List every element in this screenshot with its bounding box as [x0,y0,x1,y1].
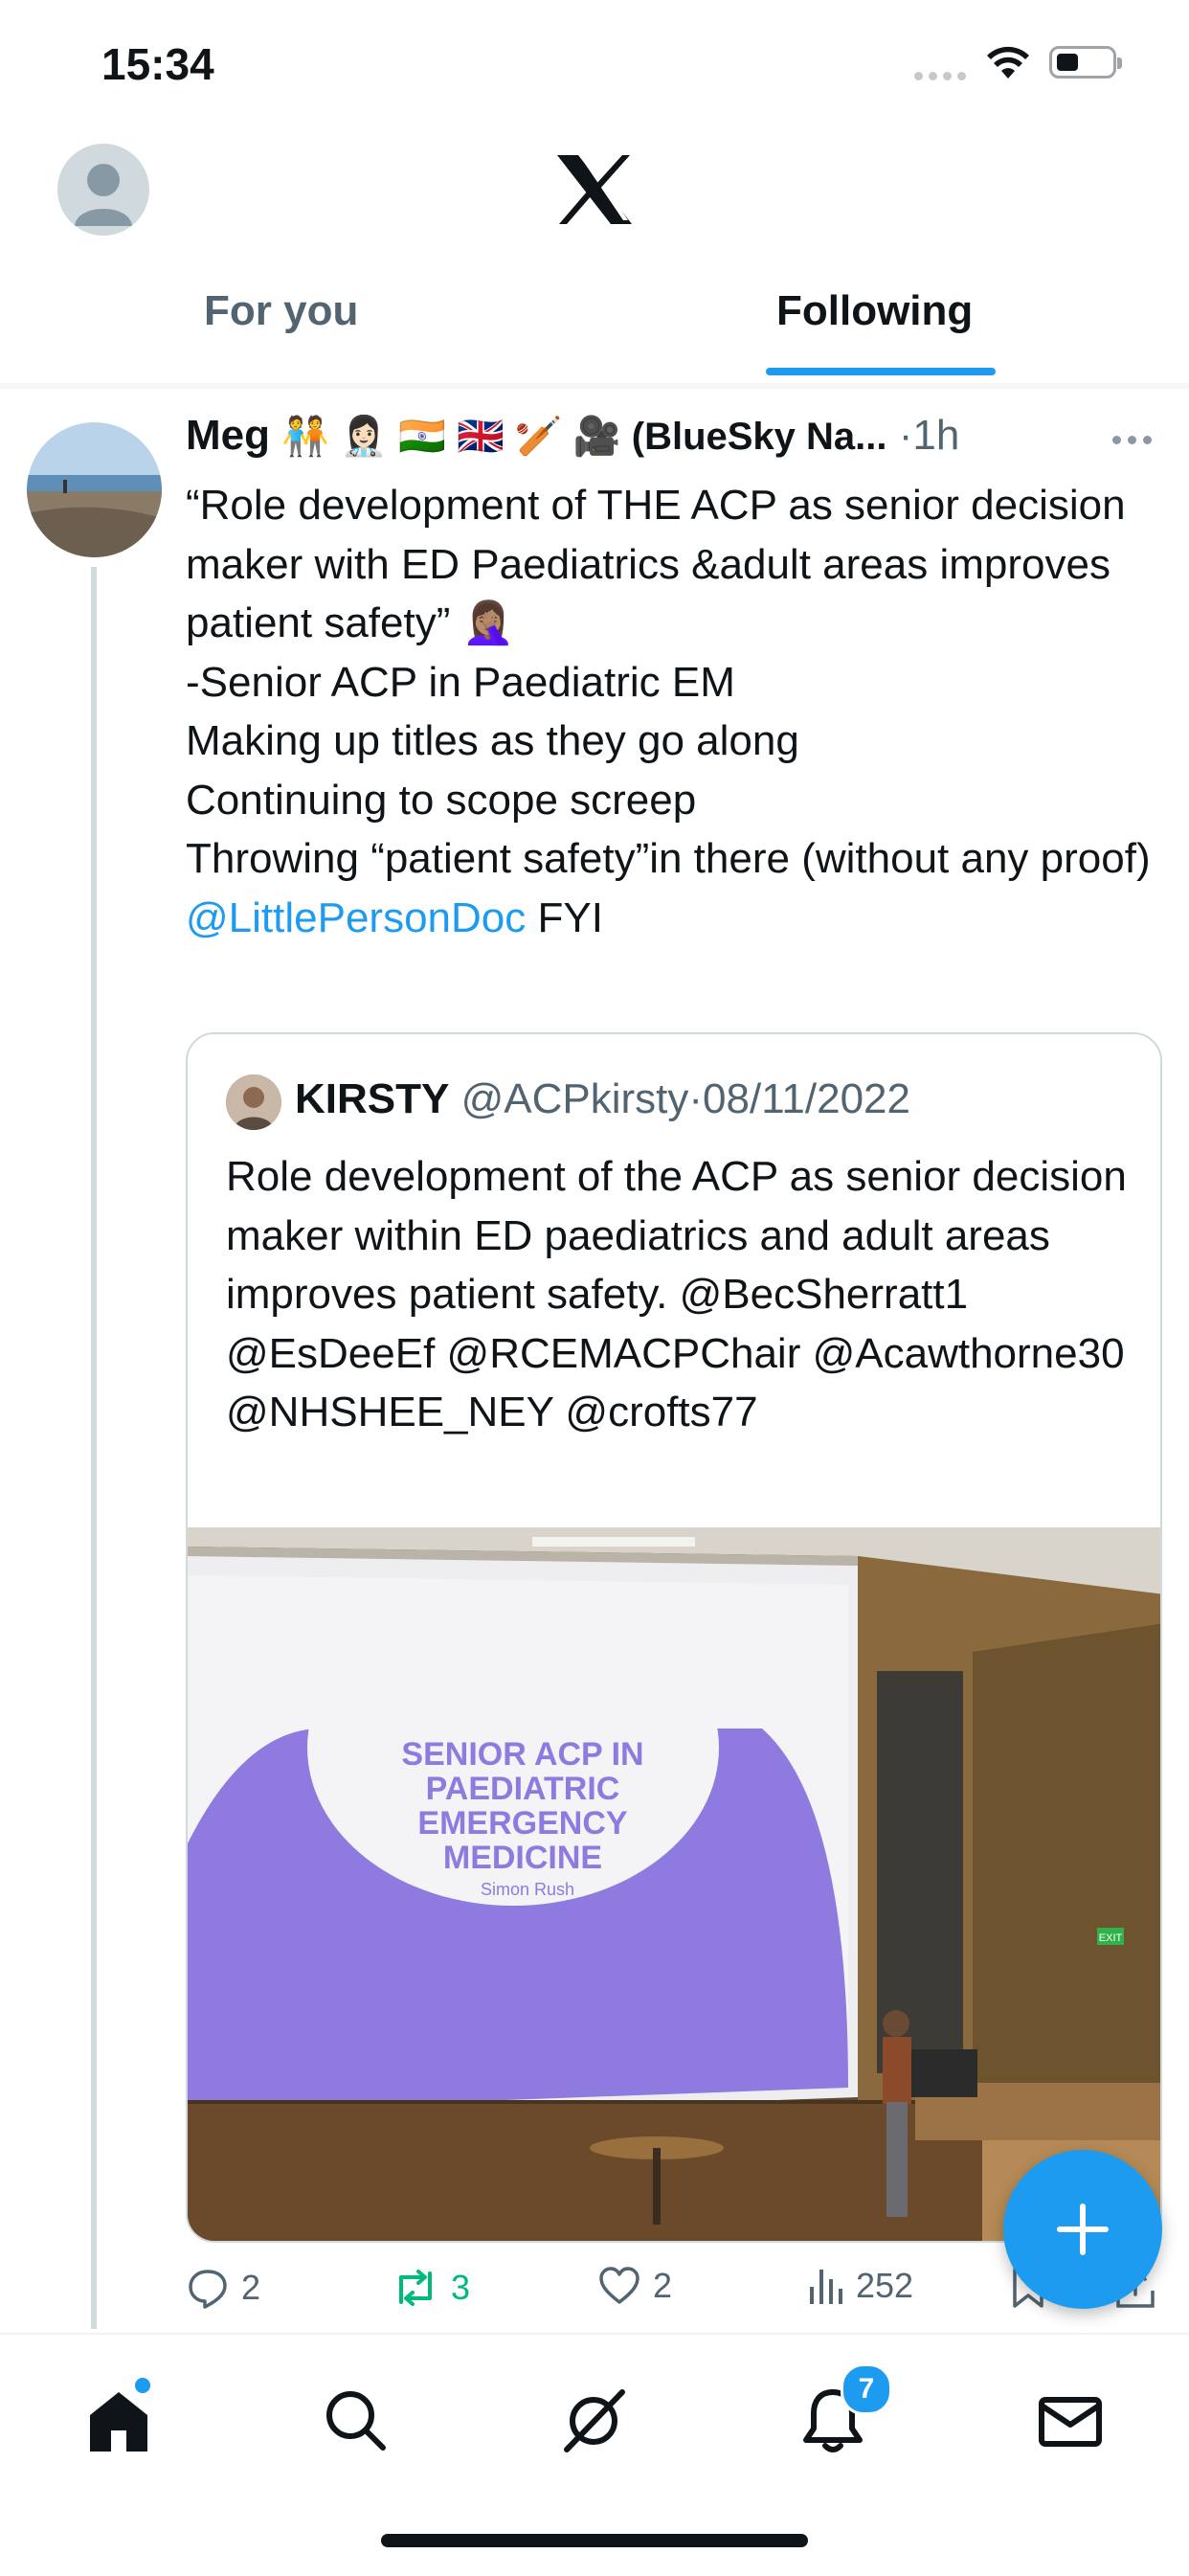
retweet-button[interactable]: 3 [392,2266,470,2310]
tweet-line: Continuing to scope screep [186,776,697,824]
nav-messages[interactable] [1032,2383,1109,2459]
default-avatar-icon [75,164,132,226]
quoted-author-name[interactable]: KIRSTY [295,1075,449,1122]
quoted-tweet-header: KIRSTY @ACPkirsty·08/11/2022 [295,1075,910,1123]
tab-for-you[interactable]: For you [204,287,358,335]
x-logo-icon[interactable] [555,153,634,226]
divider [0,383,1189,389]
tweet-line: Throwing “patient safety”in there (witho… [186,835,1151,882]
home-unread-dot [132,2375,153,2396]
status-time: 15:34 [101,39,214,89]
quoted-tweet-photo[interactable]: EXIT SENIOR ACP IN PAEDIATRIC EMERGENCY … [188,1527,1162,2243]
quoted-tweet-text: Role development of the ACP as senior de… [226,1153,1139,1435]
notifications-badge: 7 [841,2363,892,2415]
tweet-timestamp[interactable]: 1h [912,412,959,459]
retweet-icon [399,2270,432,2306]
mention-link[interactable]: @LittlePersonDoc [186,894,526,941]
nav-search[interactable] [318,2383,394,2459]
quoted-date: 08/11/2022 [703,1075,910,1122]
reply-button[interactable]: 2 [186,2266,260,2310]
tweet-author-avatar[interactable] [27,422,162,557]
tweet-actions: 2 3 2 252 [186,2266,1162,2323]
home-indicator [381,2534,808,2547]
nav-grok[interactable] [555,2383,632,2459]
profile-avatar[interactable] [57,144,149,236]
quoted-avatar-image [226,1074,281,1130]
tweet-dot: · [898,412,913,459]
tweet-line: -Senior ACP in Paediatric EM [186,658,735,706]
tweet-line: Making up titles as they go along [186,717,799,764]
slide-title-line: EMERGENCY [417,1805,627,1842]
wifi-icon [987,46,1029,79]
quoted-author-handle[interactable]: @ACPkirsty [461,1075,689,1122]
active-tab-indicator [766,368,996,375]
plus-icon [1057,2203,1109,2255]
slide-title-line: SENIOR ACP IN [401,1736,643,1773]
views-button[interactable]: 252 [806,2266,913,2306]
tweet-header: Meg 🧑‍🤝‍🧑 👩🏻‍⚕️ 🇮🇳 🇬🇧 🏏 🎥 (BlueSky Na...… [186,412,1143,469]
quoted-dot: · [688,1075,704,1122]
quoted-author-avatar[interactable] [226,1074,281,1130]
battery-icon [1049,46,1122,79]
nav-notifications[interactable]: 7 [795,2363,892,2459]
tweet-mention-suffix: FYI [526,893,603,941]
like-count: 2 [653,2266,673,2305]
compose-button[interactable] [1003,2150,1162,2309]
quoted-tweet-card[interactable]: KIRSTY @ACPkirsty·08/11/2022 Role develo… [186,1032,1162,2243]
slide-subtitle: Simon Rush [481,1880,574,1899]
reply-count: 2 [241,2268,261,2307]
like-button[interactable]: 2 [597,2266,672,2306]
search-icon [326,2391,386,2451]
beach-avatar-image [27,422,162,557]
retweet-count: 3 [451,2268,471,2307]
exit-sign-text: EXIT [1099,1932,1123,1944]
tweet-author-name-suffix[interactable]: 🧑‍🤝‍🧑 👩🏻‍⚕️ 🇮🇳 🇬🇧 🏏 🎥 (BlueSky Na... [281,416,886,458]
cellular-signal-icon [914,72,966,80]
views-count: 252 [856,2266,914,2305]
tweet-line: “Role development of THE ACP as senior d… [186,482,1137,646]
tweet-text: “Role development of THE ACP as senior d… [186,476,1153,947]
tweet-author-name[interactable]: Meg [186,412,270,459]
timeline-tabs: For you Following [0,278,1189,385]
tab-following[interactable]: Following [776,287,973,335]
thread-line [91,567,97,2329]
views-icon [810,2270,842,2304]
reply-icon [189,2270,227,2309]
mail-icon [1039,2397,1102,2447]
more-options-icon[interactable] [1112,436,1152,444]
nav-home[interactable] [80,2375,157,2459]
slide-title-line: PAEDIATRIC [426,1771,620,1807]
heart-icon [599,2267,639,2304]
slide-title-line: MEDICINE [443,1840,602,1876]
status-bar: 15:34 [0,0,1189,134]
grok-icon [564,2389,625,2452]
